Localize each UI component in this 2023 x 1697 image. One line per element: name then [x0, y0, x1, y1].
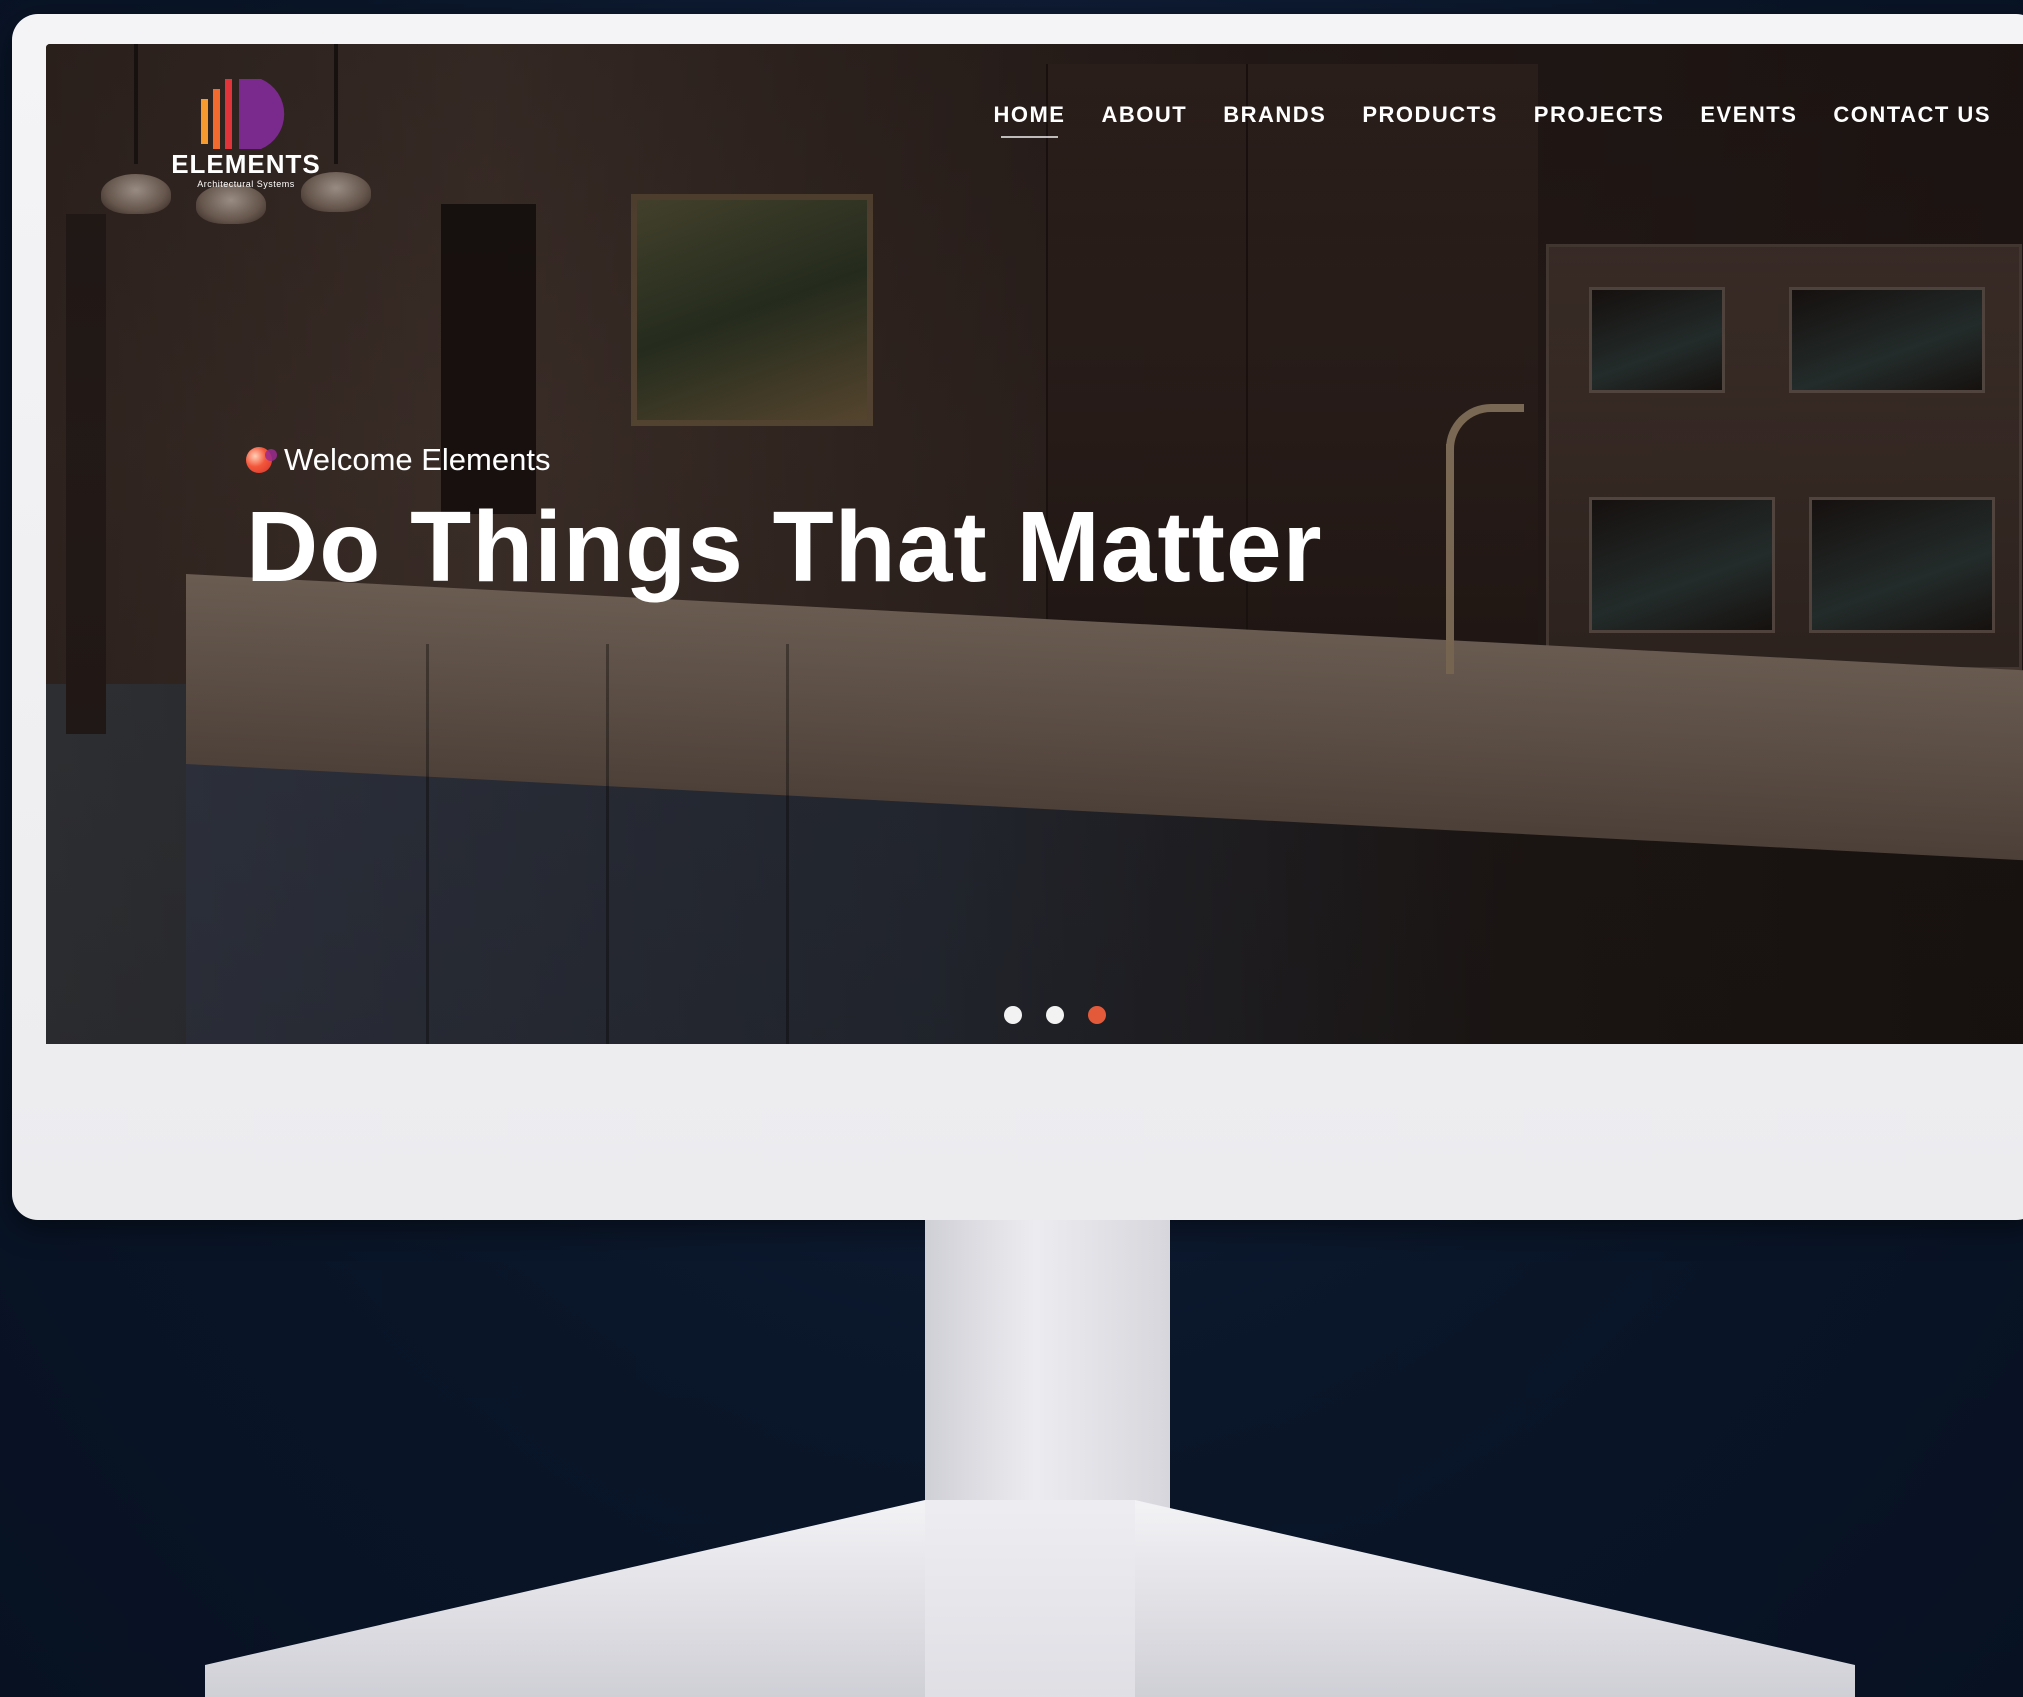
nav-home[interactable]: HOME — [993, 102, 1065, 138]
monitor-stand-neck — [925, 1220, 1170, 1520]
nav-products[interactable]: PRODUCTS — [1362, 102, 1497, 138]
logo-tagline: Architectural Systems — [197, 179, 295, 189]
slide-dot-2[interactable] — [1046, 1006, 1064, 1024]
monitor-stand-base — [205, 1500, 1855, 1697]
website-screen: ELEMENTS Architectural Systems HOME ABOU… — [46, 44, 2023, 1044]
monitor-frame: ELEMENTS Architectural Systems HOME ABOU… — [12, 14, 2023, 1220]
nav-events[interactable]: EVENTS — [1700, 102, 1797, 138]
nav-brands[interactable]: BRANDS — [1223, 102, 1326, 138]
main-navigation: HOME ABOUT BRANDS PRODUCTS PROJECTS EVEN… — [957, 102, 1991, 138]
logo-name: ELEMENTS — [171, 149, 321, 179]
slider-pagination — [1004, 1006, 1130, 1024]
hero-eyebrow: Welcome Elements — [246, 442, 550, 478]
hero-headline: Do Things That Matter — [246, 491, 1323, 603]
site-logo[interactable]: ELEMENTS Architectural Systems — [146, 54, 326, 204]
nav-about[interactable]: ABOUT — [1101, 102, 1187, 138]
nav-projects[interactable]: PROJECTS — [1534, 102, 1665, 138]
eyebrow-dot-icon — [246, 447, 277, 473]
nav-contact-us[interactable]: CONTACT US — [1833, 102, 1991, 138]
hero-eyebrow-text: Welcome Elements — [284, 442, 551, 477]
slide-dot-1[interactable] — [1004, 1006, 1022, 1024]
logo-mark-icon — [201, 79, 285, 149]
slide-dot-3[interactable] — [1088, 1006, 1106, 1024]
